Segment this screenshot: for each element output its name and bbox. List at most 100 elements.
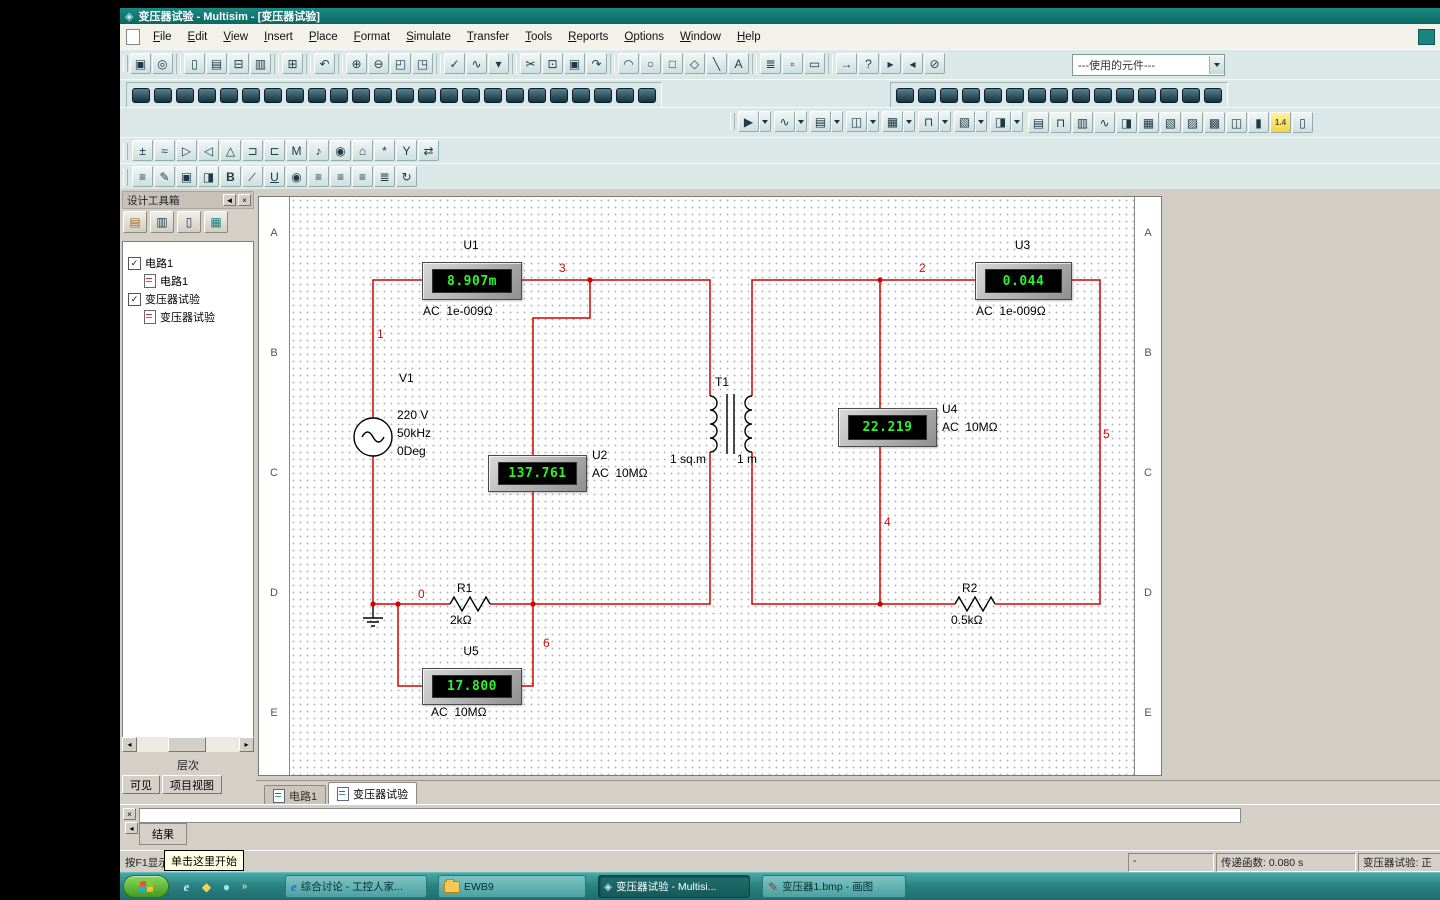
toolbar-grip[interactable]	[123, 169, 128, 186]
dropdown-arrow-icon[interactable]	[939, 111, 951, 132]
component-button[interactable]	[594, 88, 612, 103]
underline-icon[interactable]: U	[264, 166, 285, 187]
separator[interactable]	[274, 54, 279, 74]
arc-icon[interactable]: ◠	[618, 53, 639, 74]
frequency-counter-icon[interactable]: ▦	[1138, 112, 1159, 133]
menu-insert[interactable]: Insert	[256, 28, 301, 46]
logic-converter-icon[interactable]: ▩	[1204, 112, 1225, 133]
italic-icon[interactable]: ∕	[242, 166, 263, 187]
meter-u5[interactable]: 17.800	[422, 668, 522, 705]
oscilloscope-icon[interactable]: ∿	[1094, 112, 1115, 133]
place-rf-icon[interactable]: Y	[396, 140, 417, 161]
separator[interactable]	[306, 54, 311, 74]
dropdown-arrow-icon[interactable]	[831, 111, 843, 132]
bullet-list-icon[interactable]: ≣	[374, 166, 395, 187]
place-misc-digital-icon[interactable]: M	[286, 140, 307, 161]
scrollbar-thumb[interactable]	[168, 737, 206, 752]
component-button[interactable]	[940, 88, 958, 103]
component-button[interactable]	[1138, 88, 1156, 103]
save-icon[interactable]: ▥	[250, 53, 271, 74]
mdi-child-button[interactable]	[1418, 29, 1435, 45]
toolbar-grip[interactable]	[730, 113, 735, 130]
component-button[interactable]	[176, 88, 194, 103]
close-panel-icon[interactable]: ×	[238, 194, 251, 206]
menu-reports[interactable]: Reports	[560, 28, 616, 46]
stop-icon[interactable]: ⊘	[924, 53, 945, 74]
menu-simulate[interactable]: Simulate	[398, 28, 459, 46]
menu-transfer[interactable]: Transfer	[459, 28, 517, 46]
toolbar-grip[interactable]	[123, 55, 128, 72]
quick-launch-browser-icon[interactable]: ●	[218, 878, 235, 895]
place-diode-icon[interactable]: ▷	[176, 140, 197, 161]
project-view-tab[interactable]: 项目视图	[162, 775, 222, 794]
tree-item-transformer-root[interactable]: ✓ 变压器试验	[123, 290, 253, 308]
line-icon[interactable]: ╲	[706, 53, 727, 74]
run-simulation-button[interactable]: ▶	[738, 111, 759, 132]
tree-item-circuit1-sheet[interactable]: 电路1	[123, 272, 253, 290]
component-button[interactable]	[1182, 88, 1200, 103]
new-sheet-icon[interactable]: ▯	[177, 211, 201, 233]
scrollbar-track[interactable]	[137, 737, 239, 752]
pen-icon[interactable]: ✎	[154, 166, 175, 187]
component-button[interactable]	[984, 88, 1002, 103]
toolbox-hscrollbar[interactable]: ◂ ▸	[122, 737, 254, 752]
place-power-icon[interactable]: ⌂	[352, 140, 373, 161]
component-button[interactable]	[1160, 88, 1178, 103]
component-button[interactable]	[1204, 88, 1222, 103]
sheet-tab-transformer[interactable]: 变压器试验	[328, 782, 417, 805]
separator[interactable]	[176, 54, 181, 74]
component-button[interactable]	[1006, 88, 1024, 103]
tree-item-circuit1-root[interactable]: ✓ 电路1	[123, 254, 253, 272]
grapher-dropdown-icon[interactable]: ▾	[488, 53, 509, 74]
sheet-tab-circuit1[interactable]: 电路1	[264, 785, 326, 805]
region-icon[interactable]: ▫	[782, 53, 803, 74]
import-icon[interactable]: ◂	[902, 53, 923, 74]
results-scroll-icon[interactable]: ◂	[125, 822, 138, 834]
close-results-icon[interactable]: ×	[123, 808, 136, 820]
menu-window[interactable]: Window	[672, 28, 729, 46]
checkbox-checked-icon[interactable]: ✓	[128, 257, 141, 270]
dropdown-arrow-icon[interactable]	[759, 111, 771, 132]
separator[interactable]	[610, 54, 615, 74]
component-button[interactable]	[352, 88, 370, 103]
annotation-icon[interactable]: ≡	[132, 166, 153, 187]
new-file-icon[interactable]: ▯	[184, 53, 205, 74]
font-color-icon[interactable]: ◉	[286, 166, 307, 187]
menu-file[interactable]: File	[145, 28, 180, 46]
taskbar-item-forum[interactable]: e 综合讨论 - 工控人家...	[285, 875, 427, 898]
taskbar-item-ewb9[interactable]: EWB9	[438, 875, 586, 898]
redo-icon[interactable]: ↷	[586, 53, 607, 74]
separator[interactable]	[828, 54, 833, 74]
iv-analyzer-icon[interactable]: ◫	[1226, 112, 1247, 133]
copy-clipboard-icon[interactable]: ⊞	[282, 53, 303, 74]
place-electromech-icon[interactable]: ⇄	[418, 140, 439, 161]
separator[interactable]	[512, 54, 517, 74]
component-button[interactable]	[264, 88, 282, 103]
zoom-in-icon[interactable]: ⊕	[346, 53, 367, 74]
logic-analyzer-icon[interactable]: ▨	[1182, 112, 1203, 133]
align-center-icon[interactable]: ≡	[330, 166, 351, 187]
function-generator-icon[interactable]: ⊓	[1050, 112, 1071, 133]
dropdown-arrow-icon[interactable]	[795, 111, 807, 132]
taskbar-item-paint[interactable]: ✎ 变压器1.bmp - 画图	[762, 875, 906, 898]
component-button[interactable]	[132, 88, 150, 103]
component-button[interactable]	[1116, 88, 1134, 103]
component-button[interactable]	[1028, 88, 1046, 103]
component-button[interactable]	[896, 88, 914, 103]
quick-launch-ie-icon[interactable]: e	[178, 878, 195, 895]
component-button[interactable]	[396, 88, 414, 103]
quick-launch-chevron-icon[interactable]: »	[236, 878, 253, 895]
scroll-left-icon[interactable]: ◂	[122, 737, 137, 752]
pin-panel-icon[interactable]: ◄	[223, 194, 236, 206]
component-button[interactable]	[242, 88, 260, 103]
instrument-combo-6[interactable]: ◨	[990, 111, 1011, 132]
print-icon[interactable]: ⊟	[228, 53, 249, 74]
undo-icon[interactable]: ↶	[314, 53, 335, 74]
menu-view[interactable]: View	[215, 28, 256, 46]
separator[interactable]	[338, 54, 343, 74]
place-indicator-icon[interactable]: ◉	[330, 140, 351, 161]
component-button[interactable]	[572, 88, 590, 103]
rectangle-icon[interactable]: □	[662, 53, 683, 74]
meter-u3[interactable]: 0.044	[975, 262, 1072, 300]
analysis-combo[interactable]: ∿	[774, 111, 795, 132]
